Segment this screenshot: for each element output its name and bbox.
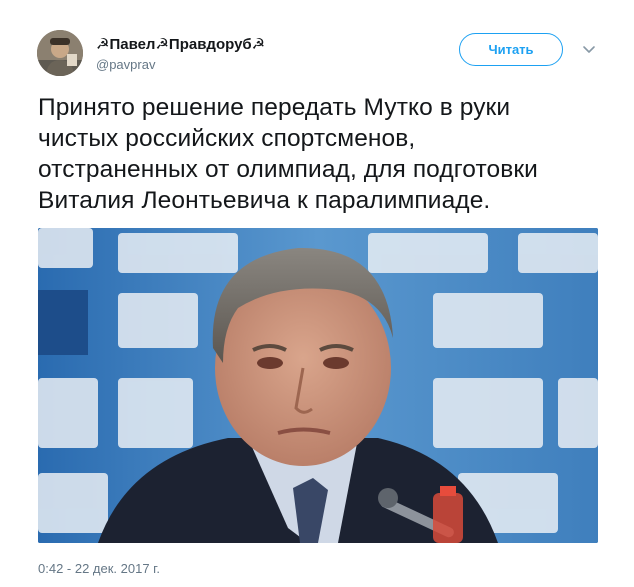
tweet-text-line: отстраненных от олимпиад, для подготовки <box>38 156 538 183</box>
author-display-name[interactable]: ☭Павел☭Правдоруб☭ <box>96 35 265 53</box>
tweet-text-line: Виталия Леонтьевича к паралимпиаде. <box>38 187 491 214</box>
tweet-text-line: Принято решение передать Мутко в руки <box>38 94 511 121</box>
tweet-text-line: чистых российских спортсменов, <box>38 125 416 152</box>
author-avatar[interactable] <box>37 30 83 76</box>
tweet-text: Принято решение передать Мутко в руки чи… <box>38 92 608 216</box>
tweet-photo[interactable] <box>38 228 598 543</box>
follow-button[interactable]: Читать <box>459 33 563 66</box>
avatar-image <box>37 30 83 76</box>
author-handle[interactable]: @pavprav <box>96 57 155 72</box>
photo-image <box>38 228 598 543</box>
tweet-timestamp[interactable]: 0:42 - 22 дек. 2017 г. <box>38 561 160 576</box>
chevron-down-icon[interactable] <box>580 40 598 58</box>
tweet-card: ☭Павел☭Правдоруб☭ @pavprav Читать Принят… <box>0 0 634 587</box>
